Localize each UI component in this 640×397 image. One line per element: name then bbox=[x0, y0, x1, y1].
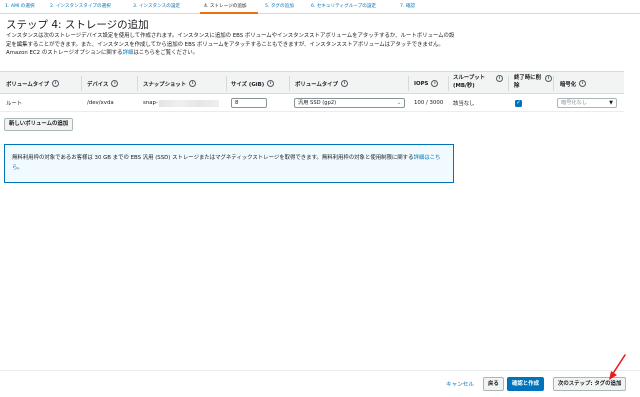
info-icon[interactable]: i bbox=[111, 80, 119, 87]
col-throughput: スループット (MB/秒) i bbox=[453, 72, 503, 95]
col-iops: IOPS i bbox=[414, 72, 439, 95]
column-divider bbox=[81, 76, 82, 91]
free-tier-info-box: 無料利用枠の対象であるお客様は 30 GB までの EBS 汎用 (SSD) ス… bbox=[4, 144, 454, 183]
caret-down-icon: ▼ bbox=[609, 100, 613, 106]
col-delete-label: 終了時に削除 bbox=[514, 75, 541, 89]
volume-type-value: 汎用 SSD (gp2) bbox=[298, 100, 337, 106]
col-device: デバイス i bbox=[87, 72, 119, 95]
add-volume-button[interactable]: 新しいボリュームの追加 bbox=[4, 118, 74, 131]
wizard-step-review[interactable]: 7. 確認 bbox=[400, 3, 415, 9]
col-device-label: デバイス bbox=[87, 81, 109, 88]
page-title: ステップ 4: ストレージの追加 bbox=[6, 19, 149, 31]
wizard-step-tags[interactable]: 5. タグの追加 bbox=[265, 3, 294, 9]
storage-options-link[interactable]: 詳細 bbox=[123, 50, 134, 56]
description-tail: はこちらをご覧ください。 bbox=[133, 50, 199, 57]
info-icon[interactable]: i bbox=[579, 80, 587, 87]
col-volume-type-label: ボリュームタイプ bbox=[6, 81, 49, 88]
chevron-down-icon: ⌄ bbox=[396, 100, 401, 106]
encryption-select[interactable]: 暗号化なし ▼ bbox=[557, 98, 617, 108]
info-icon[interactable]: i bbox=[340, 80, 348, 87]
encryption-value: 暗号化なし bbox=[561, 100, 587, 106]
wizard-step-security-group[interactable]: 6. セキュリティグループの設定 bbox=[311, 3, 376, 9]
page-description: インスタンスは次のストレージデバイス設定を使用して作成されます。インスタンスに追… bbox=[6, 32, 458, 58]
delete-on-termination-checkbox[interactable]: ✓ bbox=[515, 100, 522, 107]
col-volume-type: ボリュームタイプ i bbox=[6, 72, 59, 95]
col-size: サイズ (GiB) i bbox=[231, 72, 275, 95]
annotation-arrow-icon bbox=[609, 354, 626, 380]
column-divider bbox=[508, 76, 509, 91]
free-tier-info-text: 無料利用枠の対象であるお客様は 30 GB までの EBS 汎用 (SSD) ス… bbox=[12, 154, 448, 173]
cell-throughput: 該当なし bbox=[453, 101, 475, 107]
col-volume-kind-label: ボリュームタイプ bbox=[295, 81, 338, 88]
cancel-link[interactable]: キャンセル bbox=[446, 380, 474, 388]
col-snapshot: スナップショット i bbox=[143, 72, 197, 95]
wizard-step-instance-config[interactable]: 3. インスタンスの設定 bbox=[133, 3, 180, 9]
info-icon[interactable]: i bbox=[267, 80, 275, 87]
column-divider bbox=[448, 76, 449, 91]
column-divider bbox=[226, 76, 227, 91]
cell-snapshot: snap- bbox=[143, 94, 219, 112]
col-encryption-label: 暗号化 bbox=[560, 81, 577, 88]
wizard-step-instance-type[interactable]: 2. インスタンスタイプの選択 bbox=[50, 3, 111, 9]
footer-divider bbox=[0, 370, 640, 371]
info-icon[interactable]: i bbox=[496, 75, 503, 82]
info-icon[interactable]: i bbox=[431, 80, 439, 87]
column-divider bbox=[137, 76, 138, 91]
col-size-label: サイズ (GiB) bbox=[231, 81, 265, 88]
active-step-indicator bbox=[200, 12, 258, 14]
column-divider bbox=[289, 76, 290, 91]
col-throughput-label: スループット (MB/秒) bbox=[453, 75, 486, 89]
col-delete-on-termination: 終了時に削除 i bbox=[514, 72, 552, 95]
info-icon[interactable]: i bbox=[189, 80, 197, 87]
cell-volume-type: ルート bbox=[6, 101, 23, 107]
column-divider bbox=[408, 76, 409, 91]
size-input[interactable]: 8 bbox=[231, 98, 267, 108]
snapshot-id: snap- bbox=[143, 100, 158, 106]
column-divider bbox=[553, 76, 554, 91]
volume-type-select[interactable]: 汎用 SSD (gp2) ⌄ bbox=[294, 98, 405, 108]
col-snapshot-label: スナップショット bbox=[143, 81, 187, 88]
review-and-launch-button[interactable]: 確認と作成 bbox=[507, 377, 544, 391]
info-icon[interactable]: i bbox=[545, 75, 552, 82]
free-tier-tail: 。 bbox=[17, 164, 23, 171]
info-icon[interactable]: i bbox=[51, 80, 59, 87]
free-tier-text: 無料利用枠の対象であるお客様は 30 GB までの EBS 汎用 (SSD) ス… bbox=[12, 155, 414, 161]
checkmark-icon: ✓ bbox=[516, 100, 521, 106]
redacted-snapshot-id bbox=[158, 99, 219, 107]
wizard-steps: 1. AMI の選択 2. インスタンスタイプの選択 3. インスタンスの設定 … bbox=[0, 0, 640, 14]
wizard-step-ami[interactable]: 1. AMI の選択 bbox=[5, 3, 35, 9]
cell-iops: 100 / 3000 bbox=[414, 100, 444, 106]
col-encryption: 暗号化 i bbox=[560, 72, 587, 95]
col-iops-label: IOPS bbox=[414, 80, 429, 87]
col-volume-kind: ボリュームタイプ i bbox=[295, 72, 348, 95]
back-button[interactable]: 戻る bbox=[483, 377, 504, 391]
wizard-step-storage: 4. ストレージの追加 bbox=[204, 4, 247, 9]
storage-table-header: ボリュームタイプ i デバイス i スナップショット i サイズ (GiB) i ボリュ… bbox=[0, 71, 624, 94]
cell-device: /dev/xvda bbox=[87, 100, 114, 106]
description-text: インスタンスは次のストレージデバイス設定を使用して作成されます。インスタンスに追… bbox=[6, 33, 455, 57]
